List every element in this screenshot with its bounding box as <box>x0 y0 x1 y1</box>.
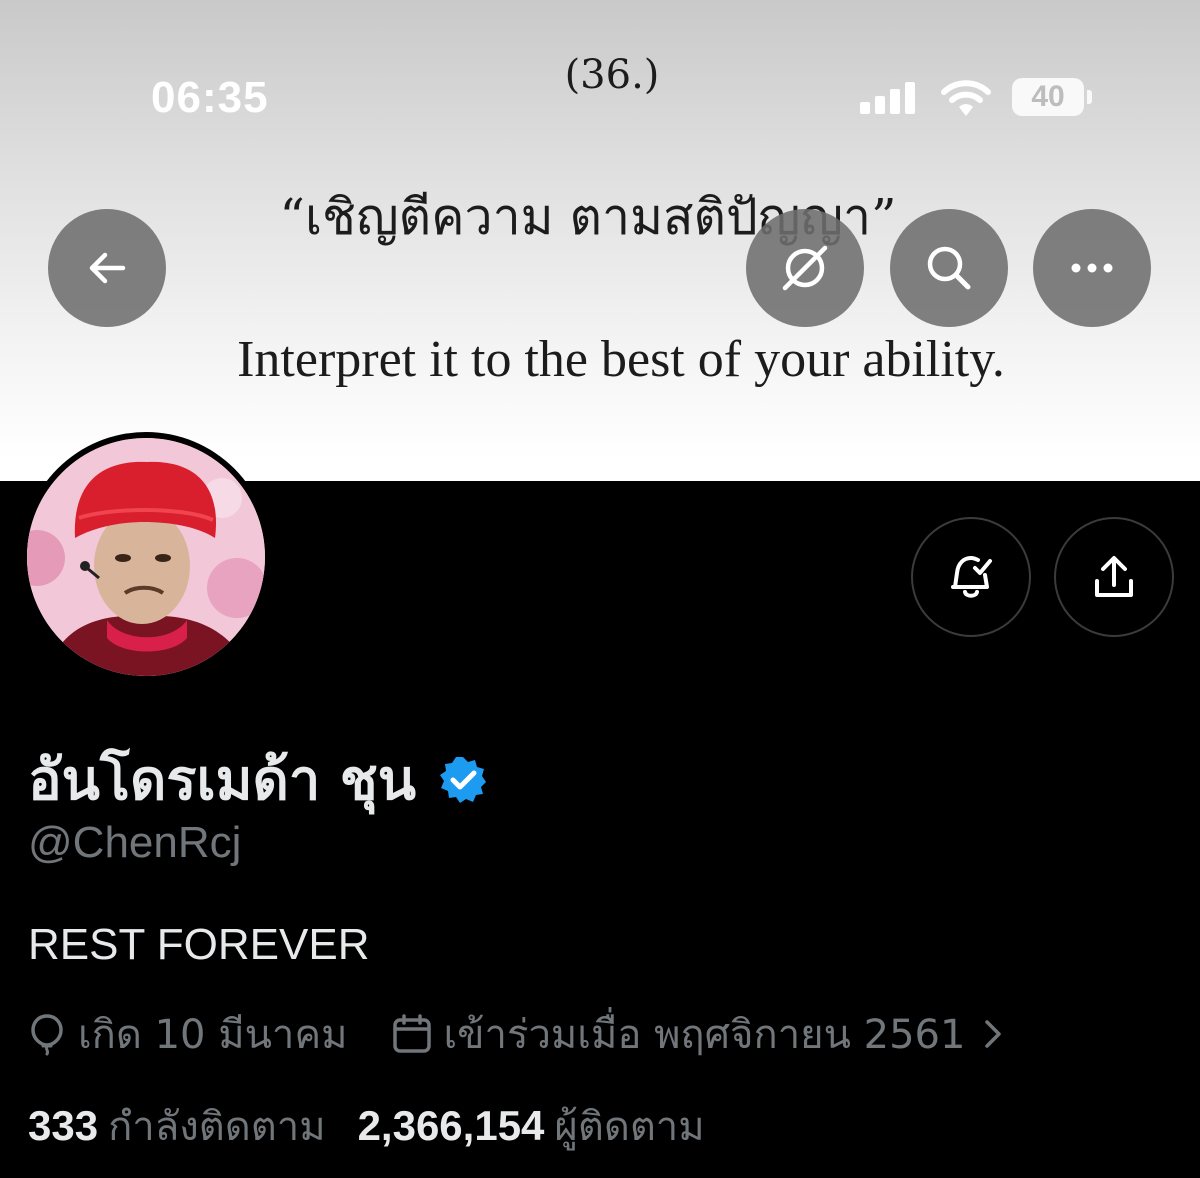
status-icons: 40 <box>860 76 1100 120</box>
avatar-image <box>27 438 265 676</box>
following-label: กำลังติดตาม <box>108 1104 326 1150</box>
grok-icon <box>782 245 828 291</box>
verified-badge-icon[interactable] <box>438 755 488 805</box>
signal-bar <box>875 96 885 114</box>
notification-bell-icon <box>951 555 992 598</box>
balloon-icon <box>31 1014 63 1056</box>
profile-meta: เกิด 10 มีนาคม เข้าร่วมเมื่อ พฤศจิกายน 2… <box>28 1002 1015 1066</box>
search-icon <box>927 246 971 290</box>
birthday-text: เกิด 10 มีนาคม <box>78 1012 348 1058</box>
joined-text: เข้าร่วมเมื่อ พฤศจิกายน 2561 <box>443 1012 966 1058</box>
signal-bar <box>905 82 915 114</box>
battery-indicator: 40 <box>1012 78 1084 116</box>
more-button[interactable] <box>1033 209 1151 327</box>
following-count: 333 <box>28 1102 99 1149</box>
signal-bar <box>860 102 870 114</box>
share-icon <box>1095 556 1133 597</box>
battery-tip <box>1087 90 1092 104</box>
avatar[interactable] <box>27 438 265 676</box>
search-button[interactable] <box>890 209 1008 327</box>
notification-button[interactable] <box>911 517 1031 637</box>
status-time: 06:35 <box>151 73 269 122</box>
following-link[interactable]: 333 กำลังติดตาม <box>28 1094 326 1158</box>
followers-label: ผู้ติดตาม <box>554 1104 705 1150</box>
followers-count: 2,366,154 <box>357 1102 545 1149</box>
back-button[interactable] <box>48 209 166 327</box>
follow-stats: 333 กำลังติดตาม 2,366,154 ผู้ติดตาม <box>28 1094 705 1158</box>
followers-link[interactable]: 2,366,154 ผู้ติดตาม <box>358 1094 705 1158</box>
joined-item[interactable]: เข้าร่วมเมื่อ พฤศจิกายน 2561 <box>392 1002 1016 1066</box>
display-name: อันโดรเมด้า ชุน <box>28 748 417 813</box>
bio: REST FOREVER <box>28 920 370 969</box>
more-icon <box>1071 263 1113 273</box>
chevron-right-icon <box>985 1020 1002 1048</box>
banner-thai-quote: “เชิญตีความ ตามสติปัญญา” <box>279 188 897 246</box>
share-button[interactable] <box>1054 517 1174 637</box>
calendar-icon <box>392 1014 431 1053</box>
birthday-item: เกิด 10 มีนาคม <box>28 1002 348 1066</box>
back-arrow-icon <box>89 252 126 284</box>
signal-bar <box>890 89 900 114</box>
username-handle: @ChenRcj <box>28 818 242 867</box>
banner-english-quote: Interpret it to the best of your ability… <box>237 331 1005 388</box>
grok-button[interactable] <box>746 209 864 327</box>
name-row: อันโดรเมด้า ชุน <box>28 735 488 824</box>
wifi-icon <box>941 80 991 116</box>
